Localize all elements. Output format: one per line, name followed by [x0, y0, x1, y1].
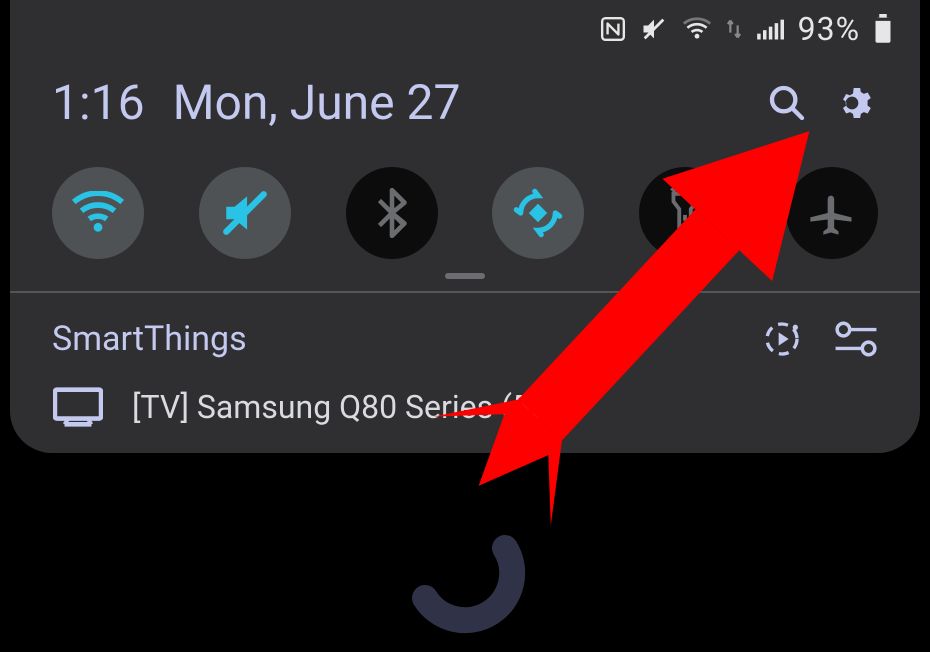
quick-settings-row: [10, 153, 920, 269]
device-name: [TV] Samsung Q80 Series (55): [132, 388, 559, 426]
gear-icon[interactable]: [836, 82, 878, 124]
sound-toggle[interactable]: [199, 167, 291, 259]
search-icon[interactable]: [766, 82, 808, 124]
auto-rotate-toggle[interactable]: [492, 167, 584, 259]
device-row[interactable]: [TV] Samsung Q80 Series (55): [52, 387, 878, 435]
clock-date[interactable]: Mon, June 27: [173, 74, 461, 131]
media-section-title[interactable]: SmartThings: [52, 319, 247, 359]
status-bar: 93%: [10, 0, 920, 52]
battery-icon: [874, 14, 892, 44]
flashlight-toggle[interactable]: [639, 167, 731, 259]
media-output-icon[interactable]: [760, 317, 804, 361]
device-controls-icon[interactable]: [834, 317, 878, 361]
wifi-toggle[interactable]: [52, 167, 144, 259]
media-devices-section: SmartThings: [10, 293, 920, 441]
notification-shade: 93% 1:16 Mon, June 27: [10, 0, 920, 453]
data-arrows-icon: [726, 18, 742, 40]
signal-icon: [756, 17, 784, 41]
drag-handle[interactable]: [10, 269, 920, 285]
tv-icon: [52, 387, 104, 427]
panel-header: 1:16 Mon, June 27: [10, 52, 920, 153]
mute-icon: [640, 15, 668, 43]
bluetooth-toggle[interactable]: [346, 167, 438, 259]
wifi-icon: [682, 17, 712, 41]
background-shape: [355, 518, 575, 638]
nfc-icon: [600, 16, 626, 42]
battery-percentage: 93%: [798, 10, 860, 48]
airplane-mode-toggle[interactable]: [786, 167, 878, 259]
clock-time[interactable]: 1:16: [52, 74, 145, 131]
